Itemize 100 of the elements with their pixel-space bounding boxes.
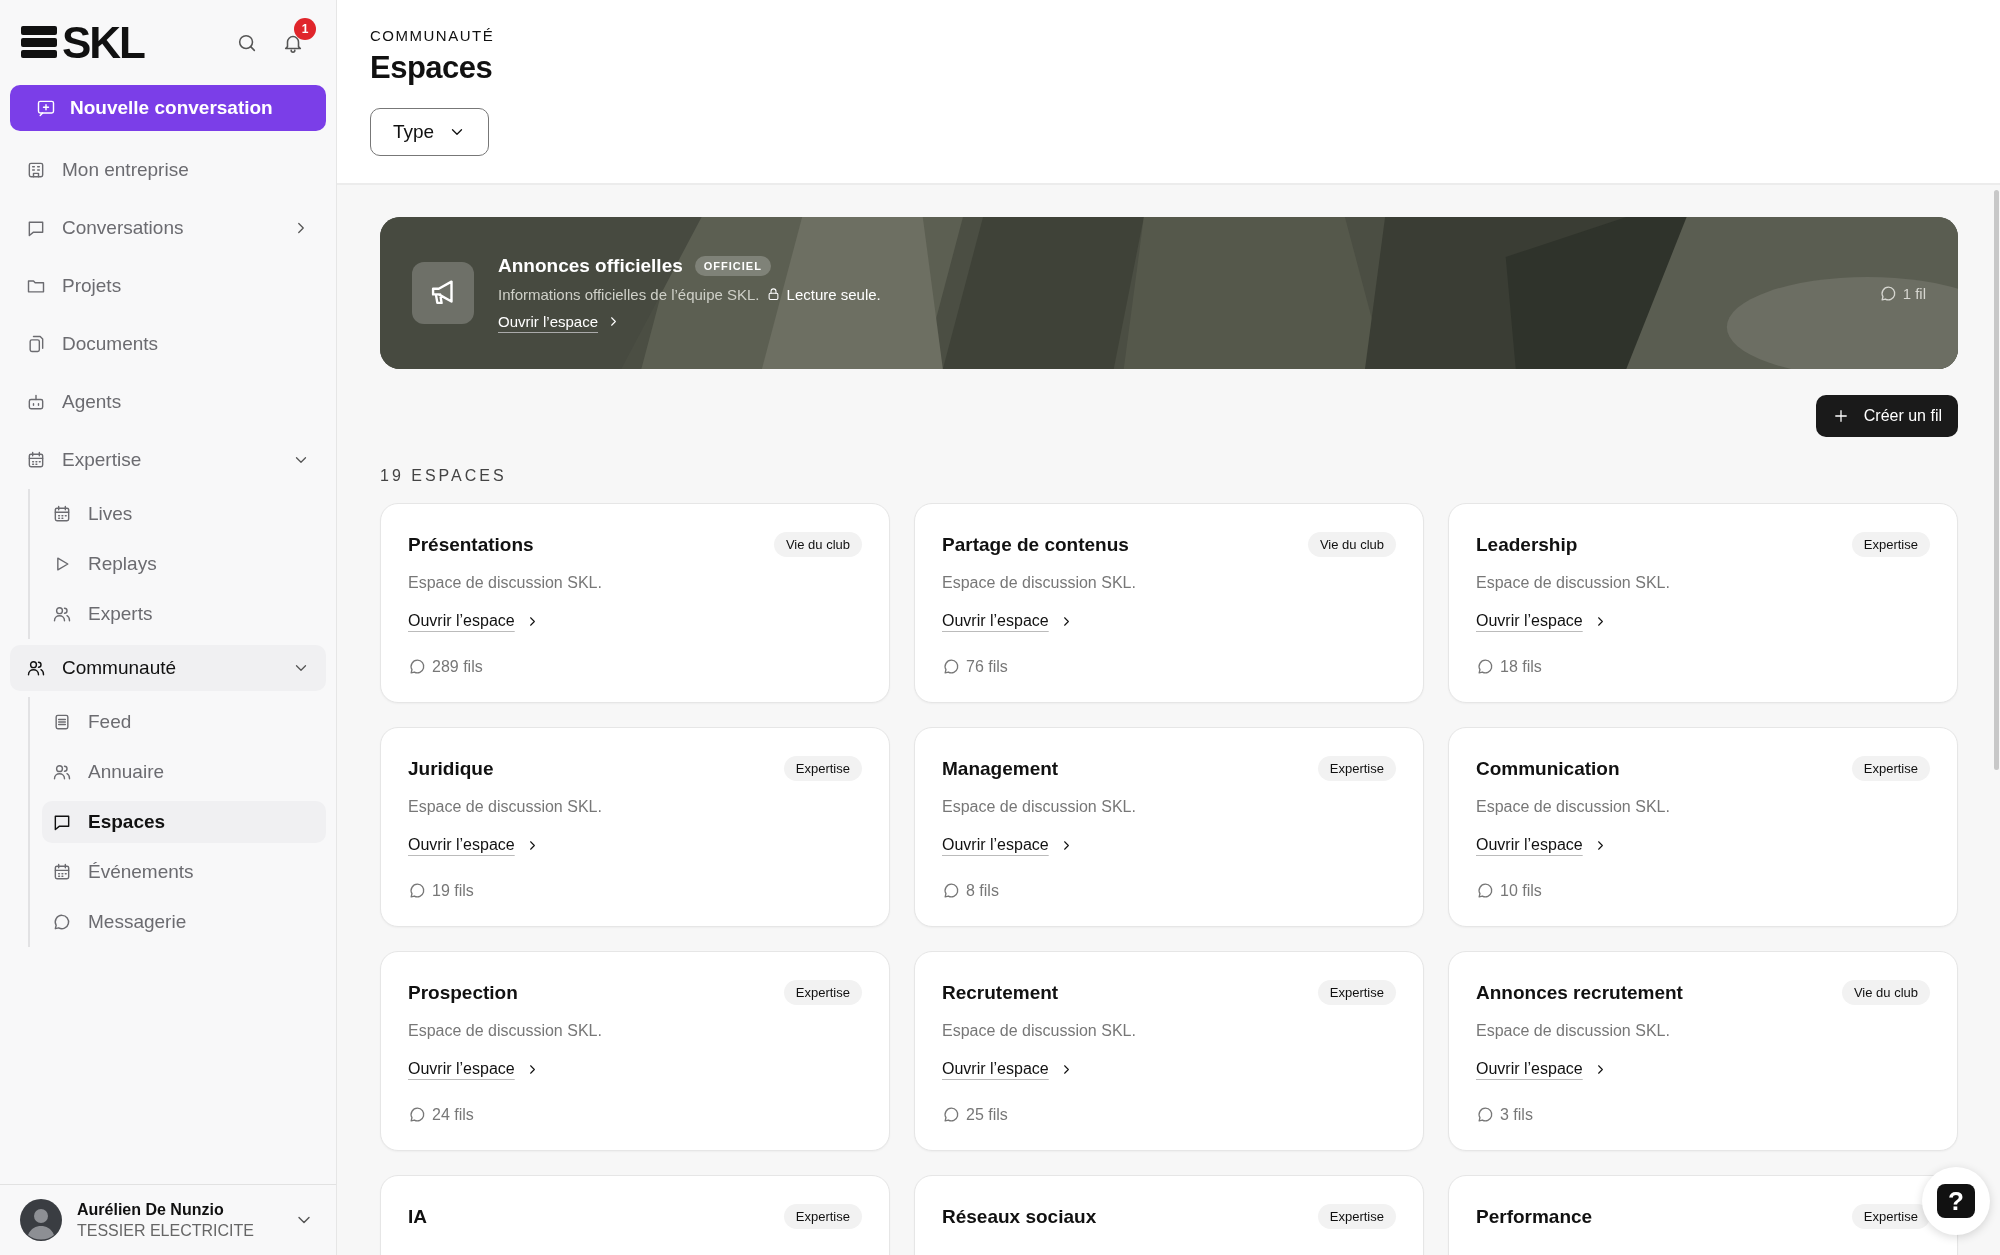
company-name: TESSIER ELECTRICITE — [77, 1221, 254, 1241]
space-card[interactable]: Partage de contenus Vie du club Espace de discussion SKL. Ouvrir l’espace 76 fils — [914, 503, 1424, 703]
notifications-button[interactable]: 1 — [282, 18, 316, 54]
nav-subitem[interactable]: Lives — [42, 493, 326, 535]
scrollbar[interactable] — [1994, 190, 1999, 770]
nav-subitem[interactable]: Messagerie — [42, 901, 326, 943]
open-space-link[interactable]: Ouvrir l’espace — [942, 612, 1074, 630]
space-description: Espace de discussion SKL. — [1476, 798, 1671, 816]
category-tag: Expertise — [1851, 756, 1930, 781]
thread-count: 10 fils — [1500, 881, 1542, 900]
nav-subitem[interactable]: Espaces — [42, 801, 326, 843]
space-card[interactable]: Prospection Expertise Espace de discussion SKL. Ouvrir l’espace 24 fils — [380, 951, 890, 1151]
space-card[interactable]: Leadership Expertise Espace de discussion SKL. Ouvrir l’espace 18 fils — [1448, 503, 1958, 703]
nav-item[interactable]: Expertise — [10, 437, 326, 483]
notification-badge: 1 — [294, 18, 316, 40]
space-title: Prospection — [408, 981, 518, 1004]
search-icon — [236, 32, 258, 54]
nav-item[interactable]: Mon entreprise — [10, 147, 326, 193]
space-card[interactable]: IA Expertise — [380, 1175, 890, 1255]
chat-icon — [26, 218, 46, 238]
nav-subitem[interactable]: Feed — [42, 701, 326, 743]
open-space-link[interactable]: Ouvrir l’espace — [1476, 1060, 1608, 1078]
calendar-icon — [26, 450, 46, 470]
category-tag: Expertise — [1317, 980, 1396, 1005]
open-space-link[interactable]: Ouvrir l’espace — [408, 1060, 540, 1078]
speech-bubble-icon — [1476, 657, 1495, 676]
nav-subitem[interactable]: Annuaire — [42, 751, 326, 793]
thread-count: 3 fils — [1500, 1105, 1533, 1124]
people-icon — [52, 604, 72, 624]
open-space-link[interactable]: Ouvrir l’espace — [1476, 612, 1608, 630]
new-conversation-button[interactable]: Nouvelle conversation — [10, 85, 326, 131]
read-only-label: Lecture seule. — [786, 286, 881, 303]
thread-count: 76 fils — [966, 657, 1008, 676]
list-icon — [52, 712, 72, 732]
logo-text: SKL — [62, 21, 144, 65]
space-description: Espace de discussion SKL. — [942, 798, 1137, 816]
space-card[interactable]: Présentations Vie du club Espace de discussion SKL. Ouvrir l’espace 289 fils — [380, 503, 890, 703]
breadcrumb: COMMUNAUTÉ — [370, 27, 496, 44]
help-button[interactable]: ? — [1922, 1167, 1990, 1235]
open-space-link[interactable]: Ouvrir l’espace — [408, 612, 540, 630]
space-description: Espace de discussion SKL. — [942, 574, 1137, 592]
space-title: IA — [408, 1205, 427, 1228]
banner-title: Annonces officielles — [498, 255, 683, 277]
open-space-link[interactable]: Ouvrir l’espace — [942, 1060, 1074, 1078]
space-title: Présentations — [408, 533, 534, 556]
space-description: Espace de discussion SKL. — [1476, 574, 1671, 592]
thread-count: 25 fils — [966, 1105, 1008, 1124]
calendar-icon — [52, 862, 72, 882]
space-card[interactable]: Communication Expertise Espace de discussion SKL. Ouvrir l’espace 10 fils — [1448, 727, 1958, 927]
speech-bubble-icon — [1476, 881, 1495, 900]
space-description: Espace de discussion SKL. — [408, 574, 603, 592]
official-badge: OFFICIEL — [694, 256, 771, 276]
open-space-link[interactable]: Ouvrir l’espace — [498, 313, 622, 330]
calendar-icon — [52, 504, 72, 524]
speech-bubble-icon — [942, 1105, 961, 1124]
space-description: Espace de discussion SKL. — [408, 1022, 603, 1040]
speech-bubble-icon — [1878, 283, 1898, 303]
space-card[interactable]: Recrutement Expertise Espace de discussion SKL. Ouvrir l’espace 25 fils — [914, 951, 1424, 1151]
speech-bubble-icon — [52, 912, 72, 932]
user-name: Aurélien De Nunzio — [77, 1200, 225, 1220]
nav-item[interactable]: Conversations — [10, 205, 326, 251]
nav-item[interactable]: Communauté — [10, 645, 326, 691]
open-space-link[interactable]: Ouvrir l’espace — [942, 836, 1074, 854]
space-card[interactable]: Management Expertise Espace de discussion SKL. Ouvrir l’espace 8 fils — [914, 727, 1424, 927]
open-space-link[interactable]: Ouvrir l’espace — [408, 836, 540, 854]
open-space-link[interactable]: Ouvrir l’espace — [1476, 836, 1608, 854]
nav-item[interactable]: Documents — [10, 321, 326, 367]
space-title: Partage de contenus — [942, 533, 1129, 556]
nav-subitem[interactable]: Événements — [42, 851, 326, 893]
space-card[interactable]: Annonces recrutement Vie du club Espace de discussion SKL. Ouvrir l’espace 3 fils — [1448, 951, 1958, 1151]
space-description: Espace de discussion SKL. — [942, 1022, 1137, 1040]
nav-item[interactable]: Projets — [10, 263, 326, 309]
category-tag: Vie du club — [773, 532, 862, 557]
thread-count: 19 fils — [432, 881, 474, 900]
nav-subitem[interactable]: Experts — [42, 593, 326, 635]
search-button[interactable] — [236, 32, 258, 54]
space-title: Réseaux sociaux — [942, 1205, 1097, 1228]
space-title: Communication — [1476, 757, 1620, 780]
space-card[interactable]: Juridique Expertise Espace de discussion SKL. Ouvrir l’espace 19 fils — [380, 727, 890, 927]
category-tag: Expertise — [783, 756, 862, 781]
building-icon — [26, 160, 46, 180]
space-title: Annonces recrutement — [1476, 981, 1683, 1004]
space-title: Management — [942, 757, 1059, 780]
space-title: Recrutement — [942, 981, 1059, 1004]
robot-icon — [26, 392, 46, 412]
people-icon — [26, 658, 46, 678]
space-card[interactable]: Réseaux sociaux Expertise — [914, 1175, 1424, 1255]
documents-icon — [26, 334, 46, 354]
thread-count: 8 fils — [966, 881, 999, 900]
speech-bubble-icon — [408, 881, 427, 900]
nav-item[interactable]: Agents — [10, 379, 326, 425]
category-tag: Expertise — [1851, 532, 1930, 557]
thread-count: 1 fil — [1902, 284, 1926, 302]
avatar — [20, 1199, 62, 1241]
nav-subitem[interactable]: Replays — [42, 543, 326, 585]
create-thread-button[interactable]: Créer un fil — [1815, 395, 1958, 437]
thread-count: 24 fils — [432, 1105, 474, 1124]
people-icon — [52, 762, 72, 782]
category-tag: Expertise — [1317, 1204, 1396, 1229]
type-filter-dropdown[interactable]: Type — [370, 108, 490, 156]
